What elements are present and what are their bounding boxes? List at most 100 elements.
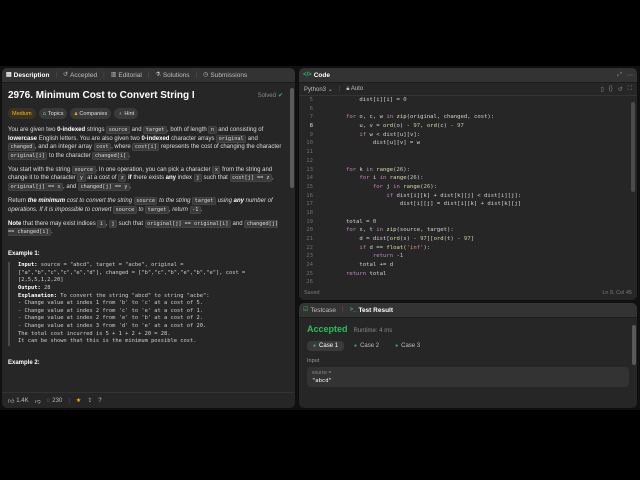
code-editor[interactable]: 5 dist[i][i] = 067 for o, c, w in zip(or…	[299, 96, 637, 286]
code-text: dist[i][i] = 0	[319, 97, 407, 103]
result-scrollbar[interactable]	[632, 325, 636, 365]
code-line[interactable]: 7 for o, c, w in zip(original, changed, …	[299, 113, 637, 122]
code-line[interactable]: 18	[299, 209, 637, 218]
editor-toolbar: Python3 ⌄ | 🔒︎ Auto ▯ {} ↺ ⛶	[299, 83, 637, 96]
code-line[interactable]: 24 total += d	[299, 261, 637, 270]
flask-icon: ⚗	[155, 72, 161, 78]
tab-submissions[interactable]: ◷ Submissions	[203, 72, 247, 79]
code-text: for i in range(26):	[359, 175, 424, 182]
tab-code[interactable]: </> Code	[303, 72, 330, 79]
code-line[interactable]: 8 u, v = ord(o) - 97, ord(c) - 97	[299, 122, 637, 131]
test-tabbar: ☑ Testcase | >_ Test Result	[299, 303, 637, 318]
topics-pill[interactable]: ⌂ Topics	[38, 108, 68, 120]
code-line[interactable]: 12	[299, 157, 637, 166]
fullscreen-icon[interactable]: ⛶	[628, 86, 632, 93]
tab-solutions[interactable]: ⚗ Solutions	[155, 72, 189, 79]
clock-icon: ◷	[203, 72, 209, 78]
code-panel: </> Code ⤢ ⋯ Python3 ⌄ | 🔒︎ Auto ▯ {} ↺ ⛶…	[299, 68, 637, 300]
bookmark-icon[interactable]: ▯	[600, 86, 603, 93]
code-line[interactable]: 17 dist[i][j] = dist[i][k] + dist[k][j]	[299, 200, 637, 209]
tag-icon: ⌂	[42, 110, 46, 117]
description-scrollbar[interactable]	[290, 88, 294, 188]
help-button[interactable]: ?	[98, 398, 101, 404]
code-line[interactable]: 9 if w < dist[u][v]:	[299, 131, 637, 140]
line-number: 13	[306, 166, 313, 173]
code-line[interactable]: 25 return total	[299, 270, 637, 279]
tab-description[interactable]: ▤ Description	[6, 72, 49, 79]
tab-editorial[interactable]: ▥ Editorial	[111, 72, 142, 79]
code-line[interactable]: 13 for k in range(26):	[299, 166, 637, 175]
case-tab-3[interactable]: ● Case 3	[389, 341, 426, 351]
case-tab-2[interactable]: ● Case 2	[348, 341, 385, 351]
code-text: for o, c, w in zip(original, changed, co…	[345, 114, 495, 121]
language-select[interactable]: Python3 ⌄	[304, 86, 333, 93]
problem-tags: Medium ⌂ Topics 🔒︎ Companies ♁ Hint	[8, 108, 283, 120]
code-text: for k in range(26):	[345, 166, 411, 173]
pass-dot-icon: ●	[313, 343, 317, 349]
code-line[interactable]: 26	[299, 278, 637, 286]
favorite-button[interactable]: ★	[76, 397, 81, 404]
code-tabbar: </> Code ⤢ ⋯	[299, 68, 637, 83]
line-number: 23	[306, 253, 313, 260]
description-paragraph: You start with the string source. In one…	[8, 166, 274, 191]
hint-pill[interactable]: ♁ Hint	[114, 108, 139, 120]
line-number: 14	[306, 175, 313, 182]
code-text: if dist[i][k] + dist[k][j] < dist[i][j]:	[386, 192, 522, 199]
expand-icon[interactable]: ⤢	[617, 72, 622, 79]
line-number: 7	[309, 114, 313, 121]
input-label: Input	[307, 358, 320, 364]
code-line[interactable]: 22 if d == float('inf'):	[299, 244, 637, 253]
line-number: 22	[306, 244, 313, 251]
code-line[interactable]: 20 for s, t in zip(source, target):	[299, 226, 637, 235]
problem-title: 2976. Minimum Cost to Convert String I	[8, 90, 195, 101]
difficulty-badge[interactable]: Medium	[8, 108, 36, 120]
code-line[interactable]: 19 total = 0	[299, 218, 637, 227]
example-1-title: Example 1:	[8, 250, 40, 257]
code-line[interactable]: 10 dist[u][v] = w	[299, 139, 637, 148]
tab-testcase[interactable]: ☑ Testcase	[303, 307, 336, 314]
test-result-body: Accepted Runtime: 4 ms ● Case 1 ● Case 2 ●…	[299, 318, 637, 393]
code-text: dist[i][j] = dist[i][k] + dist[k][j]	[319, 201, 522, 208]
braces-icon[interactable]: {}	[609, 86, 613, 93]
code-text: return -1	[372, 253, 404, 260]
code-text: d = dist[ord(s) - 97][ord(t) - 97]	[319, 236, 475, 242]
tab-accepted[interactable]: ↺ Accepted	[63, 72, 97, 79]
description-icon: ▤	[6, 72, 12, 78]
line-number: 19	[306, 218, 313, 225]
dislike-button[interactable]: 👎︎	[35, 397, 41, 405]
code-line[interactable]: 23 return -1	[299, 252, 637, 261]
result-status: Accepted	[307, 324, 348, 334]
code-line[interactable]: 14 for i in range(26):	[299, 174, 637, 183]
reset-icon[interactable]: ↺	[618, 86, 623, 93]
code-text: total = 0	[319, 218, 377, 225]
description-paragraph: Return the minimum cost to convert the s…	[8, 197, 273, 214]
example-2-title: Example 2:	[8, 359, 40, 366]
line-number: 8	[309, 123, 313, 130]
code-text: for s, t in zip(source, target):	[345, 227, 454, 234]
editor-scrollbar[interactable]	[631, 102, 635, 192]
code-line[interactable]: 15 for j in range(26):	[299, 183, 637, 192]
tab-test-result[interactable]: >_ Test Result	[350, 307, 393, 314]
more-icon[interactable]: ⋯	[627, 72, 633, 79]
code-line[interactable]: 5 dist[i][i] = 0	[299, 96, 637, 105]
code-line[interactable]: 11	[299, 148, 637, 157]
pass-dot-icon: ●	[395, 343, 399, 349]
line-number: 21	[306, 236, 313, 242]
share-icon: ⇪	[87, 398, 93, 404]
companies-pill[interactable]: 🔒︎ Companies	[70, 108, 112, 120]
editor-statusbar: Saved Ln 8, Col 45	[299, 286, 637, 300]
lock-icon: 🔒︎	[74, 110, 78, 117]
like-button[interactable]: 👍︎ 1.4K	[8, 397, 29, 405]
line-number: 6	[309, 105, 313, 112]
code-line[interactable]: 16 if dist[i][k] + dist[k][j] < dist[i][…	[299, 192, 637, 201]
code-text: u, v = ord(o) - 97, ord(c) - 97	[319, 123, 464, 130]
share-button[interactable]: ⇪	[87, 397, 92, 404]
auto-mode-toggle[interactable]: 🔒︎ Auto	[346, 86, 363, 93]
comments-button[interactable]: ◌ 230	[47, 398, 63, 404]
test-panel: ☑ Testcase | >_ Test Result Accepted Runti…	[299, 303, 637, 408]
code-line[interactable]: 6	[299, 105, 637, 114]
case-tab-1[interactable]: ● Case 1	[307, 341, 345, 351]
line-number: 26	[306, 279, 313, 286]
problem-panel: ▤ Description | ↺ Accepted | ▥ Editorial | …	[2, 68, 295, 408]
code-line[interactable]: 21 d = dist[ord(s) - 97][ord(t) - 97]	[299, 235, 637, 244]
